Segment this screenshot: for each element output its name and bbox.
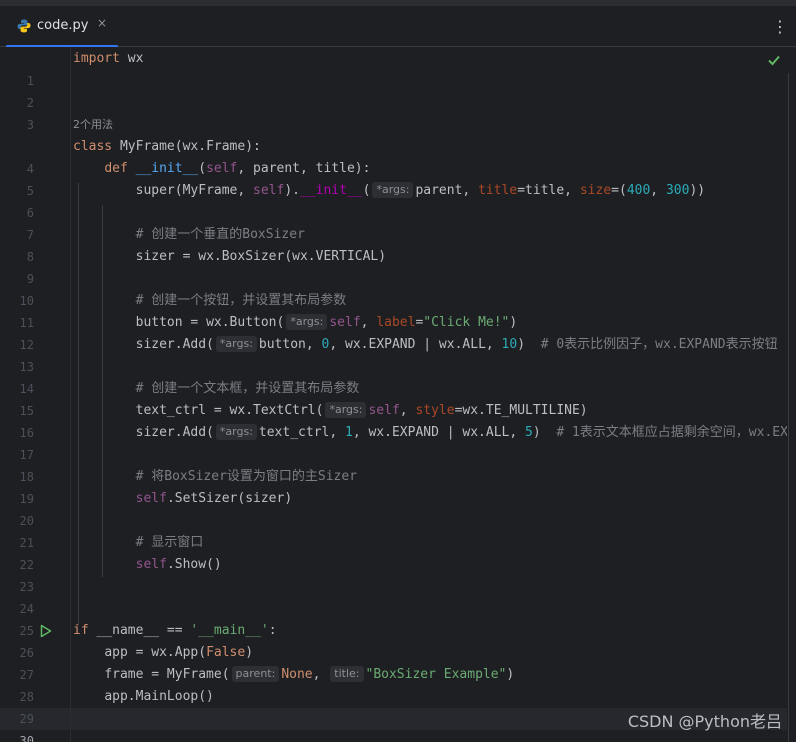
param-hint: *args: [372,182,414,198]
code-line: 4 class MyFrame(wx.Frame): [0,136,787,176]
code-line: 23 self.Show() [0,554,787,594]
run-icon[interactable] [40,624,52,638]
code-line: 3 [0,92,787,132]
code-line: 28 frame = MyFrame(parent: None, title: "B… [0,664,787,704]
code-line: 18 [0,444,787,484]
more-vertical-icon[interactable]: ⋮ [772,17,788,36]
code-line: 17 sizer.Add(*args: text_ctrl, 1, wx.EXPA… [0,422,787,462]
watermark: CSDN @Python老吕 [627,712,782,731]
line-number: 3 [26,118,34,132]
param-hint: *args: [215,336,257,352]
code-area: 1 import wx 2 3 2个用法 4 class MyFrame(wx.… [0,47,787,742]
code-line: 9 sizer = wx.BoxSizer(wx.VERTICAL) [0,246,787,286]
code-line: 6 super(MyFrame, self).__init__(*args: pa… [0,180,787,220]
code-line: 22 # 显示窗口 [0,532,787,572]
code-line: 7 [0,202,787,242]
code-line: 16 text_ctrl = wx.TextCtrl(*args: self, s… [0,400,787,440]
code-line: 20 self.SetSizer(sizer) [0,488,787,528]
editor-right-margin [788,73,789,742]
tab-code-py[interactable]: code.py × [6,6,118,48]
code-editor[interactable]: 1 import wx 2 3 2个用法 4 class MyFrame(wx.… [0,47,796,742]
python-file-icon [17,19,31,33]
code-line: 27 app = wx.App(False) [0,642,787,682]
code-line: 25 [0,598,787,638]
code-line: 5 def __init__(self, parent, title): [0,158,787,198]
code-line: 19 # 将BoxSizer设置为窗口的主Sizer [0,466,787,506]
param-hint: *args: [215,424,257,440]
code-line: 26 if __name__ == '__main__': [0,620,787,660]
code-line: 2 [0,70,787,110]
code-line: 21 [0,510,787,550]
code-line: 24 [0,576,787,616]
usages-hint[interactable]: 2个用法 [73,114,113,136]
code-line: 12 button = wx.Button(*args: self, label=… [0,312,787,352]
code-line: 14 [0,356,787,396]
param-hint: title: [330,666,364,682]
code-line: 13 sizer.Add(*args: button, 0, wx.EXPAND … [0,334,787,374]
param-hint: *args: [286,314,328,330]
param-hint: parent: [231,666,280,682]
tab-title: code.py [37,18,89,33]
editor-tab-bar: code.py × ⋮ [0,6,796,48]
code-line: 29 app.MainLoop() [0,686,787,726]
code-line: 1 import wx [0,48,787,88]
code-line: 10 [0,268,787,308]
line-number: 30 [19,734,34,742]
code-line: 8 # 创建一个垂直的BoxSizer [0,224,787,264]
code-line: 11 # 创建一个按钮，并设置其布局参数 [0,290,787,330]
close-icon[interactable]: × [97,16,107,30]
param-hint: *args: [325,402,367,418]
code-line: 15 # 创建一个文本框，并设置其布局参数 [0,378,787,418]
